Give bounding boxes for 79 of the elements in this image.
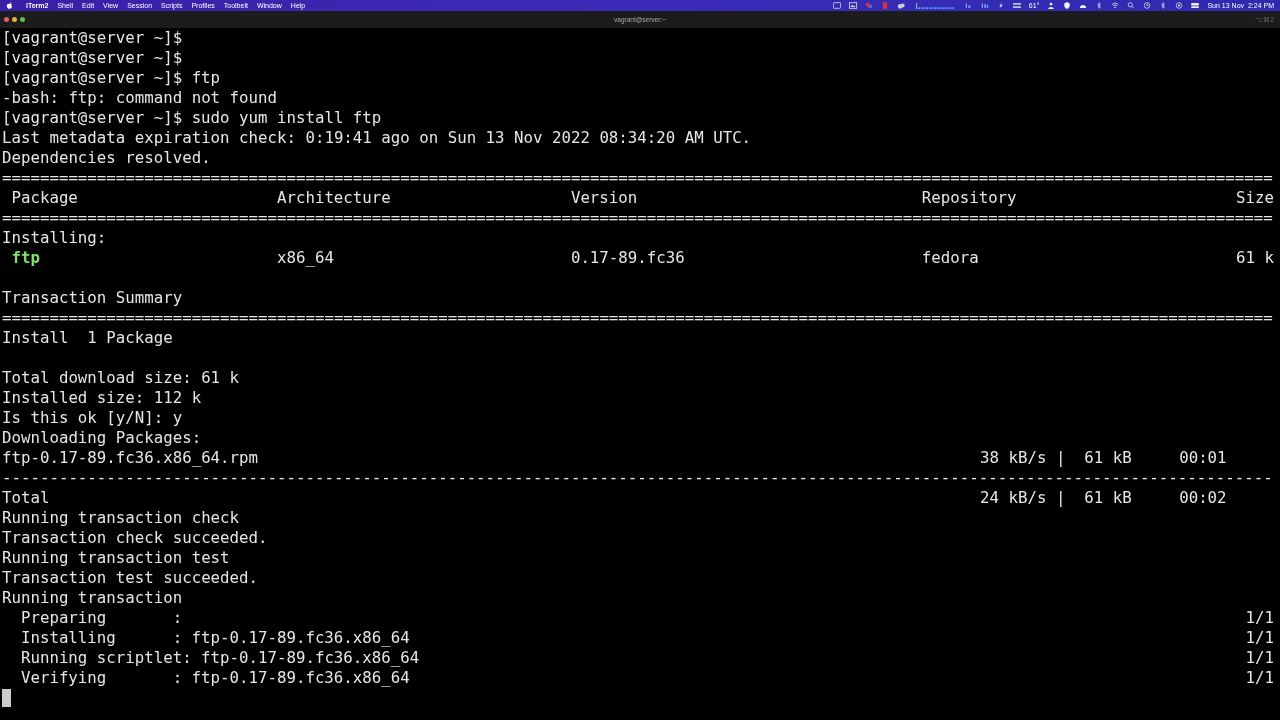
table-cell-text: ftp: [11, 248, 41, 268]
output-line: -bash: ftp: command not found: [2, 88, 277, 108]
step-package: ftp-0.17-89.fc36.x86_64: [191, 668, 410, 688]
separator-line: ======================================================================================================================================: [2, 168, 1273, 188]
person-icon[interactable]: [1047, 2, 1056, 9]
step-package: ftp-0.17-89.fc36.x86_64: [191, 628, 410, 648]
step-package: ftp-0.17-89.fc36.x86_64: [201, 648, 420, 668]
output-line: Transaction test succeeded.: [2, 568, 259, 588]
close-button[interactable]: [4, 17, 9, 22]
apple-icon[interactable]: [6, 1, 13, 10]
table-cell-text: fedora: [921, 248, 980, 268]
step-count: 1/1: [1245, 608, 1274, 628]
column-header: Size: [1236, 188, 1274, 208]
output-line: Total: [2, 488, 50, 508]
screen-icon[interactable]: [832, 2, 841, 9]
bluetooth-icon[interactable]: [1095, 2, 1104, 9]
column-header: Package: [11, 188, 79, 208]
output-line: Installing:: [2, 228, 107, 248]
minimize-button[interactable]: [12, 17, 17, 22]
shell-prompt: [vagrant@server ~]$: [2, 68, 183, 88]
separator-line: --------------------------------------------------------------------------------------------------------------------------------------: [2, 468, 1273, 488]
step-colon: :: [172, 628, 183, 648]
output-line: Installed size: 112 k: [2, 388, 202, 408]
control-center-icon[interactable]: [1175, 2, 1184, 9]
output-line: Downloading Packages:: [2, 428, 202, 448]
output-line: Running transaction test: [2, 548, 230, 568]
output-line: Running transaction check: [2, 508, 240, 528]
output-line: Transaction check succeeded.: [2, 528, 268, 548]
column-separator: |: [1055, 488, 1066, 508]
step-count: 1/1: [1245, 628, 1274, 648]
cpu-bars-icon[interactable]: [964, 2, 973, 9]
download-size: 61 kB: [1084, 488, 1132, 508]
clock-icon[interactable]: [1143, 2, 1152, 9]
step-count: 1/1: [1245, 648, 1274, 668]
download-time: 00:01: [1179, 448, 1227, 468]
output-line: ftp-0.17-89.fc36.x86_64.rpm: [2, 448, 259, 468]
command-text: sudo yum install ftp: [191, 108, 382, 128]
separator-line: ======================================================================================================================================: [2, 308, 1273, 328]
step-label: Running scriptlet: [20, 648, 183, 668]
photo-icon[interactable]: [848, 2, 857, 9]
output-line: Install 1 Package: [2, 328, 173, 348]
table-cell-text: 0.17-89.fc36: [570, 248, 686, 268]
shell-prompt: [vagrant@server ~]$: [2, 108, 183, 128]
search-icon[interactable]: [1127, 2, 1136, 9]
download-speed: 38 kB/s: [980, 448, 1047, 468]
terminal-cursor: [2, 689, 11, 707]
separator-line: ======================================================================================================================================: [2, 208, 1273, 228]
download-time: 00:02: [1179, 488, 1227, 508]
command-text: ftp: [191, 68, 221, 88]
column-header: Version: [570, 188, 639, 208]
shield-icon[interactable]: [1063, 2, 1072, 9]
bluetooth-icon[interactable]: [1159, 2, 1168, 9]
output-line: Total download size: 61 k: [2, 368, 240, 388]
download-size: 61 kB: [1084, 448, 1132, 468]
cloud-icon[interactable]: [896, 2, 905, 9]
download-speed: 24 kB/s: [980, 488, 1047, 508]
zoom-button[interactable]: [20, 17, 25, 22]
shell-prompt: [vagrant@server ~]$: [2, 28, 183, 48]
output-line: Transaction Summary: [2, 288, 183, 308]
table-cell: 61 k: [1236, 248, 1274, 268]
shell-prompt: [vagrant@server ~]$: [2, 48, 183, 68]
column-separator: |: [1055, 448, 1066, 468]
table-cell-text: x86_64: [276, 248, 335, 268]
output-line: Running transaction: [2, 588, 183, 608]
wifi-icon[interactable]: [1111, 2, 1120, 9]
step-label: Verifying: [20, 668, 108, 688]
step-label: Installing: [20, 628, 117, 648]
output-line: Dependencies resolved.: [2, 148, 211, 168]
output-line: Last metadata expiration check: 0:19:41 ago on Sun 13 Nov 2022 08:34:20 AM UTC.: [2, 128, 752, 148]
dome-icon[interactable]: [1079, 2, 1088, 9]
column-header: Architecture: [276, 188, 392, 208]
memory-bars-icon[interactable]: [980, 2, 989, 9]
step-count: 1/1: [1245, 668, 1274, 688]
column-header: Repository: [921, 188, 1018, 208]
step-colon: :: [172, 668, 183, 688]
step-colon: :: [172, 608, 183, 628]
output-line: Is this ok [y/N]: y: [2, 408, 183, 428]
step-label: Preparing: [20, 608, 108, 628]
step-colon: :: [182, 648, 192, 668]
